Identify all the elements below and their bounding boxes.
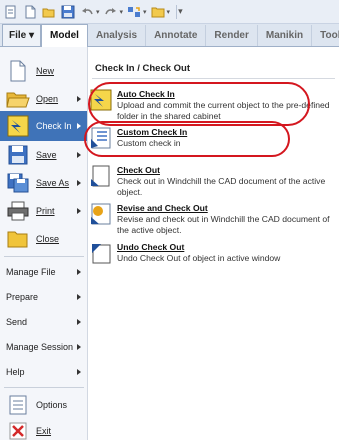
tab-analysis[interactable]: Analysis — [88, 25, 147, 46]
tab-model[interactable]: Model — [41, 24, 88, 47]
exit-icon — [6, 419, 30, 443]
save-icon[interactable] — [60, 4, 76, 20]
submenu-arrow-icon — [77, 368, 81, 375]
menu-item-check-in[interactable]: Check In — [0, 111, 87, 141]
tab-manikin[interactable]: Manikin — [258, 25, 313, 46]
menu-item-new[interactable]: New — [0, 57, 87, 85]
submenu-item-revise-and-check-out[interactable]: Revise and Check Out Revise and check ou… — [90, 203, 335, 236]
undo-check-out-title: Undo Check Out — [117, 242, 185, 252]
file-menu: New Open Check In Save Save As Print Clo… — [0, 47, 88, 440]
submenu-arrow-icon — [77, 180, 81, 186]
open-icon[interactable] — [41, 4, 57, 20]
submenu-item-custom-check-in[interactable]: Custom Check In Custom check in — [90, 127, 335, 149]
submenu-arrow-icon — [77, 293, 81, 300]
redo-dropdown-icon[interactable]: ▾ — [120, 8, 124, 16]
undo-check-out-icon — [90, 242, 112, 264]
menu-item-close[interactable]: Close — [0, 225, 87, 253]
submenu-arrow-icon — [77, 208, 81, 214]
check-out-title: Check Out — [117, 165, 160, 175]
submenu-item-auto-check-in[interactable]: Auto Check In Upload and commit the curr… — [90, 89, 335, 122]
undo-check-out-description: Undo Check Out of object in active windo… — [117, 253, 281, 263]
menu-item-manage-session[interactable]: Manage Session — [0, 334, 87, 359]
file-icon[interactable] — [3, 4, 19, 20]
auto-check-in-description: Upload and commit the current object to … — [117, 100, 330, 121]
redo-icon[interactable] — [103, 4, 119, 20]
folder-icon[interactable] — [150, 4, 166, 20]
submenu-arrow-icon — [77, 343, 81, 350]
menu-item-prepare[interactable]: Prepare — [0, 284, 87, 309]
submenu-arrow-icon — [77, 152, 81, 158]
auto-check-in-title: Auto Check In — [117, 89, 175, 99]
submenu-title: Check In / Check Out — [95, 63, 191, 74]
more-icon[interactable]: ▾ — [178, 6, 183, 17]
close-folder-icon — [6, 227, 30, 251]
menu-item-help[interactable]: Help — [0, 359, 87, 384]
save-as-icon — [6, 171, 30, 195]
tab-tools[interactable]: Tools — [312, 25, 339, 46]
revise-check-out-title: Revise and Check Out — [117, 203, 208, 213]
submenu-arrow-icon — [77, 268, 81, 275]
check-in-icon — [6, 114, 30, 138]
menu-item-exit[interactable]: Exit — [0, 419, 87, 443]
submenu-arrow-icon — [77, 123, 81, 129]
menu-divider — [4, 387, 84, 388]
submenu-divider — [92, 78, 335, 79]
custom-check-in-description: Custom check in — [117, 138, 181, 148]
menu-item-options[interactable]: Options — [0, 392, 87, 418]
ribbon-tabs: File ▾ Model Analysis Annotate Render Ma… — [0, 24, 339, 47]
check-out-description: Check out in Windchill the CAD document … — [117, 176, 326, 197]
submenu-item-check-out[interactable]: Check Out Check out in Windchill the CAD… — [90, 165, 335, 198]
submenu-arrow-icon — [77, 318, 81, 325]
options-icon — [6, 393, 30, 417]
new-icon[interactable] — [22, 4, 38, 20]
menu-item-send[interactable]: Send — [0, 309, 87, 334]
revise-check-out-icon — [90, 203, 112, 225]
menu-divider — [4, 256, 84, 257]
regenerate-icon[interactable] — [126, 4, 142, 20]
printer-icon — [6, 199, 30, 223]
quick-access-toolbar: ▾ ▾ ▾ ▾ ▾ — [0, 0, 339, 24]
revise-check-out-description: Revise and check out in Windchill the CA… — [117, 214, 330, 235]
save-disk-icon — [6, 143, 30, 167]
tab-annotate[interactable]: Annotate — [146, 25, 207, 46]
custom-check-in-icon — [90, 127, 112, 149]
menu-item-manage-file[interactable]: Manage File — [0, 259, 87, 284]
custom-check-in-title: Custom Check In — [117, 127, 188, 137]
toolbar-separator — [176, 4, 178, 19]
menu-item-save[interactable]: Save — [0, 141, 87, 169]
tab-file[interactable]: File ▾ — [2, 24, 42, 46]
menu-item-save-as[interactable]: Save As — [0, 169, 87, 197]
undo-icon[interactable] — [79, 4, 95, 20]
check-out-icon — [90, 165, 112, 187]
regenerate-dropdown-icon[interactable]: ▾ — [143, 8, 147, 16]
auto-check-in-icon — [90, 89, 112, 111]
tab-render[interactable]: Render — [206, 25, 258, 46]
submenu-item-undo-check-out[interactable]: Undo Check Out Undo Check Out of object … — [90, 242, 335, 264]
check-in-submenu: Check In / Check Out Auto Check In Uploa… — [88, 47, 339, 440]
new-document-icon — [6, 59, 30, 83]
folder-dropdown-icon[interactable]: ▾ — [167, 8, 171, 16]
menu-item-open[interactable]: Open — [0, 85, 87, 113]
open-folder-icon — [6, 87, 30, 111]
menu-item-print[interactable]: Print — [0, 197, 87, 225]
undo-dropdown-icon[interactable]: ▾ — [96, 8, 100, 16]
submenu-arrow-icon — [77, 96, 81, 102]
